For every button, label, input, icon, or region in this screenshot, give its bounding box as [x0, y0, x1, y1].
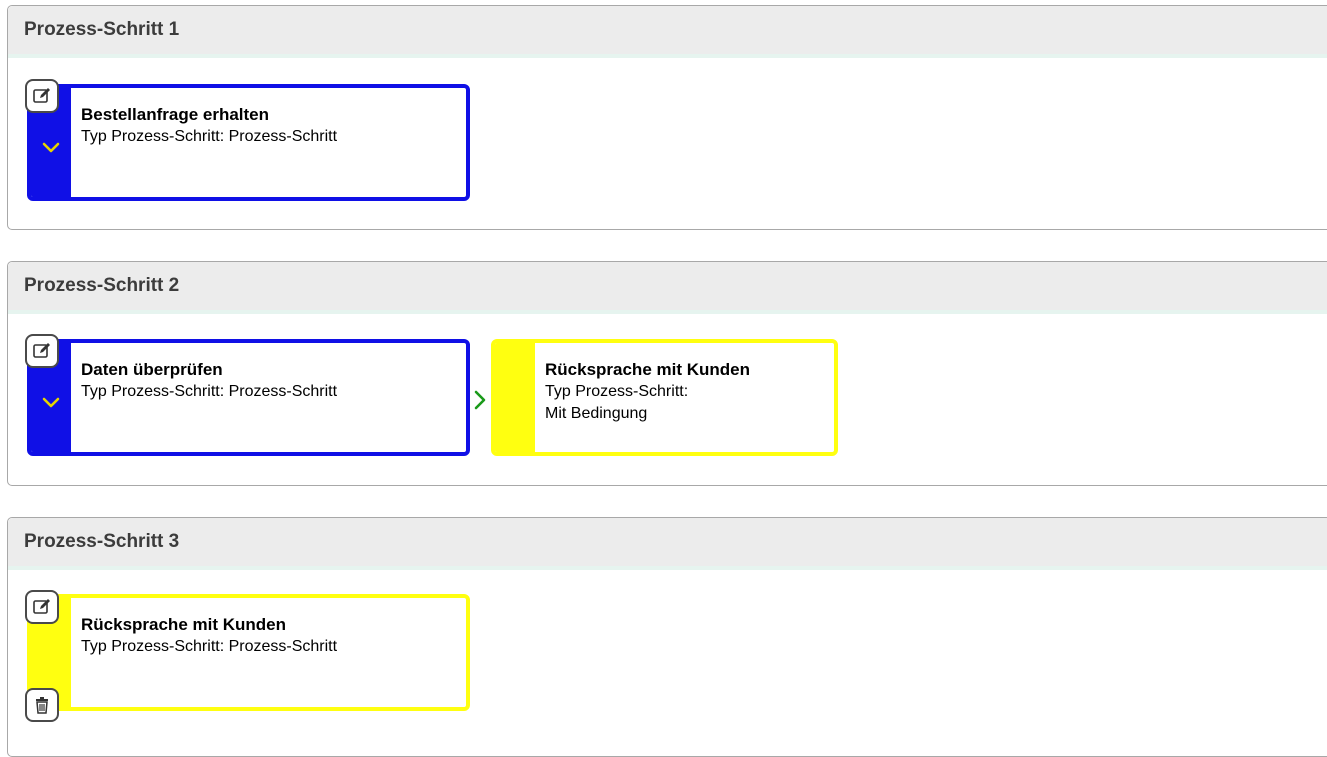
- panel-header: Prozess-Schritt 1: [8, 6, 1327, 58]
- card-title: Rücksprache mit Kunden: [545, 360, 750, 379]
- card-type: Typ Prozess-Schritt: Prozess-Schritt: [81, 383, 338, 400]
- card-title: Bestellanfrage erhalten: [81, 105, 270, 124]
- edit-icon: [33, 88, 50, 103]
- card-type-line-2: Mit Bedingung: [545, 405, 648, 422]
- edit-button[interactable]: [25, 334, 59, 368]
- chevron-right-icon[interactable]: [471, 389, 489, 411]
- card-type: Typ Prozess-Schritt: Prozess-Schritt: [81, 638, 338, 655]
- card-type-line-1: Typ Prozess-Schritt:: [545, 383, 689, 400]
- panel-header: Prozess-Schritt 2: [8, 262, 1327, 314]
- chevron-down-icon[interactable]: [39, 136, 63, 160]
- step-card-bestellanfrage[interactable]: Bestellanfrage erhalten Typ Prozess-Schr…: [27, 84, 470, 201]
- card-title: Rücksprache mit Kunden: [81, 615, 286, 634]
- card-color-stripe: [495, 343, 535, 452]
- step-card-daten-ueberpruefen[interactable]: Daten überprüfen Typ Prozess-Schritt: Pr…: [27, 339, 470, 456]
- edit-button[interactable]: [25, 79, 59, 113]
- panel-header: Prozess-Schritt 3: [8, 518, 1327, 570]
- card-type: Typ Prozess-Schritt: Prozess-Schritt: [81, 128, 338, 145]
- trash-icon: [36, 697, 48, 714]
- edit-button[interactable]: [25, 590, 59, 624]
- panel-title: Prozess-Schritt 3: [24, 531, 180, 552]
- edit-icon: [33, 343, 50, 358]
- chevron-down-icon[interactable]: [39, 391, 63, 415]
- delete-button[interactable]: [25, 688, 59, 722]
- step-card-ruecksprache-kunden[interactable]: Rücksprache mit Kunden Typ Prozess-Schri…: [27, 594, 470, 711]
- card-title: Daten überprüfen: [81, 360, 223, 379]
- step-card-ruecksprache-kunden[interactable]: Rücksprache mit Kunden Typ Prozess-Schri…: [491, 339, 838, 456]
- panel-title: Prozess-Schritt 2: [24, 275, 180, 296]
- panel-title: Prozess-Schritt 1: [24, 19, 180, 40]
- edit-icon: [33, 599, 50, 614]
